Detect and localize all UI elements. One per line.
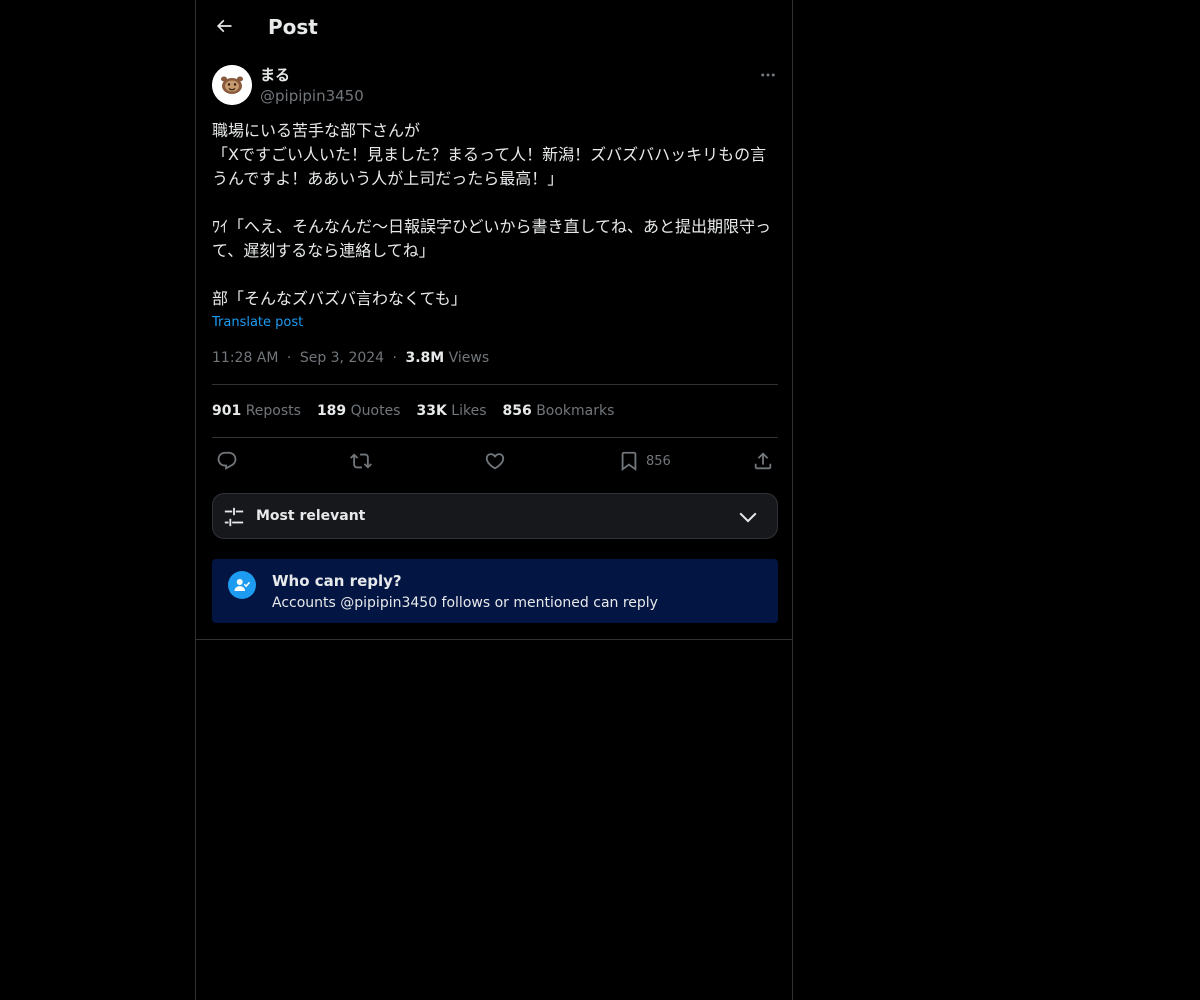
reply-sort-dropdown[interactable]: Most relevant	[212, 493, 778, 539]
reply-icon	[217, 451, 237, 470]
sort-label: Most relevant	[256, 508, 366, 524]
section-divider	[196, 639, 792, 640]
more-options-icon	[761, 73, 775, 77]
bookmark-count: 856	[646, 453, 671, 469]
bookmark-button[interactable]: 856	[618, 449, 671, 473]
repost-icon	[350, 453, 372, 469]
reposts-stat[interactable]: 901 Reposts	[212, 401, 301, 421]
meta-separator: ·	[392, 350, 397, 366]
page-title: Post	[268, 15, 318, 39]
author-handle[interactable]: @pipipin3450	[260, 86, 364, 106]
views-label: Views	[448, 350, 490, 366]
divider	[212, 384, 778, 385]
post-text: 職場にいる苦手な部下さんが 「Xですごい人いた！見ました？まるって人！新潟！ズバ…	[212, 121, 772, 308]
divider	[212, 437, 778, 438]
chevron-down-icon	[739, 512, 757, 523]
views-count: 3.8M	[405, 350, 445, 366]
avatar-image	[212, 65, 252, 105]
avatar[interactable]	[212, 65, 252, 105]
back-button[interactable]	[208, 10, 240, 42]
top-bar: Post	[196, 0, 794, 53]
likes-stat[interactable]: 33K Likes	[416, 401, 486, 421]
engagement-stats: 901 Reposts 189 Quotes 33K Likes 856 Bookma…	[212, 401, 630, 421]
back-arrow-icon	[216, 19, 232, 33]
bookmark-icon	[621, 451, 637, 472]
likes-label: Likes	[451, 403, 487, 419]
translate-post-link[interactable]: Translate post	[212, 314, 303, 332]
bookmarks-stat[interactable]: 856 Bookmarks	[503, 401, 615, 421]
share-button[interactable]	[752, 449, 774, 473]
likes-count: 33K	[416, 403, 447, 419]
meta-separator: ·	[286, 350, 292, 366]
like-icon	[485, 453, 505, 470]
quotes-label: Quotes	[350, 403, 401, 419]
repost-button[interactable]	[350, 449, 372, 473]
person-check-icon	[234, 579, 251, 591]
reposts-count: 901	[212, 403, 242, 419]
reply-button[interactable]	[216, 449, 238, 473]
quotes-count: 189	[316, 403, 347, 419]
bookmarks-label: Bookmarks	[536, 403, 615, 419]
reply-restriction-subtitle: Accounts @pipipin3450 follows or mention…	[272, 595, 658, 611]
post-time[interactable]: 11:28 AM	[212, 350, 278, 366]
quotes-stat[interactable]: 189 Quotes	[317, 401, 401, 421]
author-display-name[interactable]: まる	[260, 66, 290, 84]
reply-restriction-icon-badge	[228, 571, 256, 599]
share-icon	[754, 452, 772, 470]
like-button[interactable]	[484, 449, 506, 473]
sliders-icon	[224, 507, 244, 527]
reply-restriction-title: Who can reply?	[272, 572, 402, 590]
reply-restriction-notice: Who can reply? Accounts @pipipin3450 fol…	[212, 559, 778, 623]
bookmarks-count: 856	[502, 403, 532, 419]
post-meta: 11:28 AM · Sep 3, 2024 · 3.8M Views	[212, 348, 489, 368]
main-column: Post まる @pipipin3450 職場にいる苦手な部下さんが 「Xですご…	[195, 0, 793, 1000]
post-date[interactable]: Sep 3, 2024	[300, 350, 384, 366]
more-options-button[interactable]	[756, 64, 780, 86]
reposts-label: Reposts	[245, 403, 301, 419]
